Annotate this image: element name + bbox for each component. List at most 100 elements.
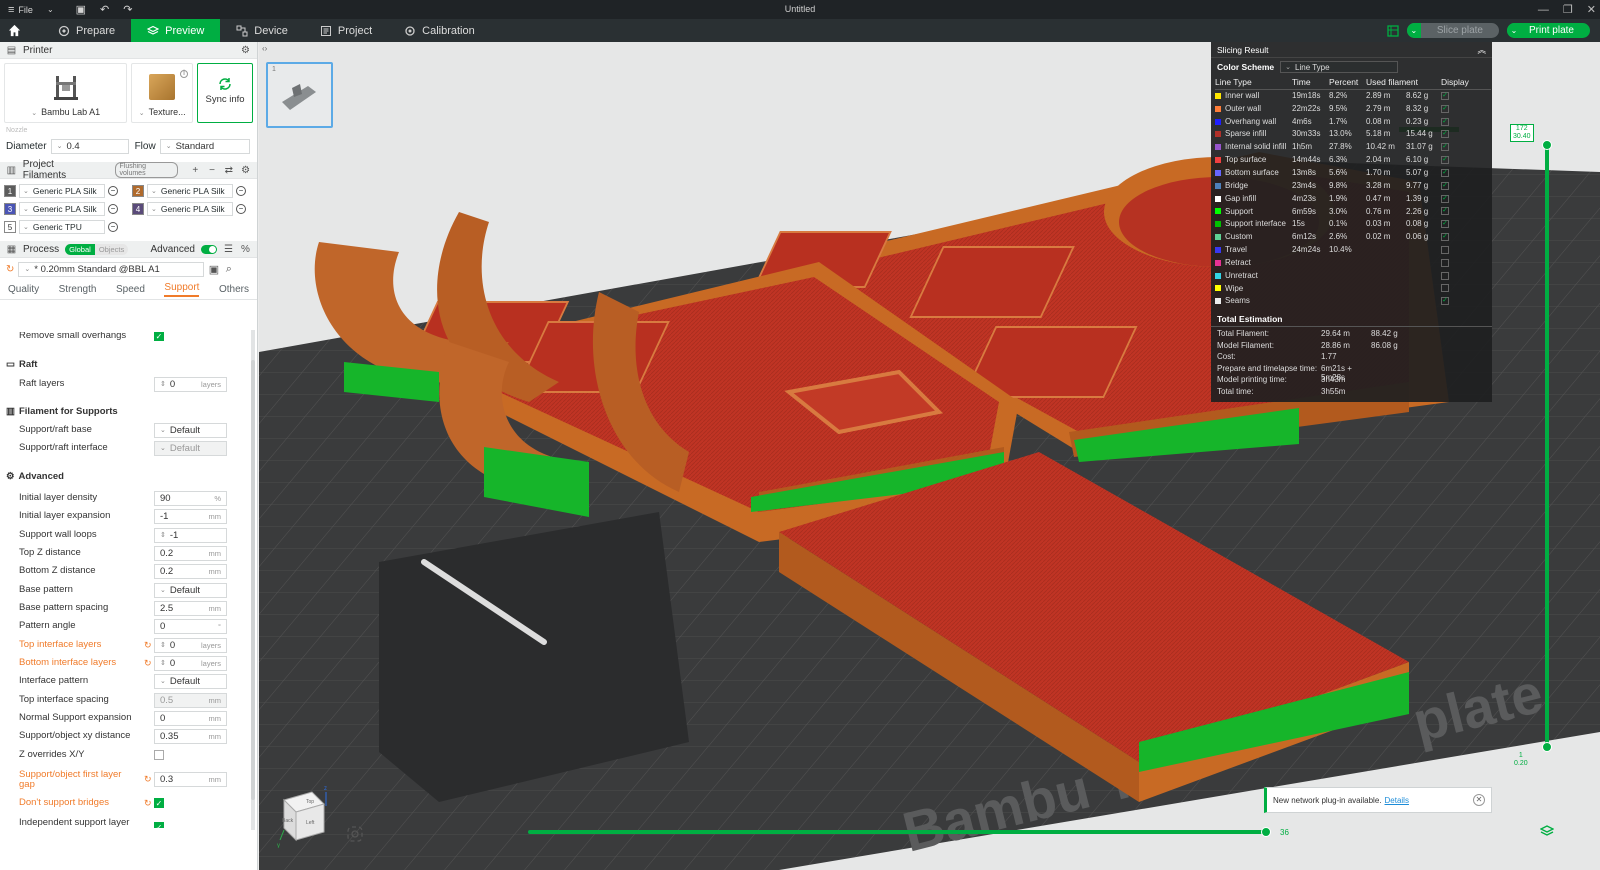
percent-icon[interactable]: %: [240, 244, 251, 255]
tab-strength[interactable]: Strength: [59, 284, 97, 295]
add-icon[interactable]: +: [190, 165, 201, 176]
home-button[interactable]: [2, 19, 26, 42]
minimize-icon[interactable]: —: [1538, 4, 1549, 16]
display-checkbox[interactable]: ✓: [1441, 297, 1449, 306]
details-link[interactable]: Details: [1385, 796, 1409, 805]
filament-slot-2[interactable]: 2 ⌄ Generic PLA Silk −: [132, 184, 257, 198]
sync-info-button[interactable]: Sync info: [197, 63, 254, 123]
display-checkbox[interactable]: ✓: [1441, 168, 1449, 177]
color-scheme-select[interactable]: ⌄ Line Type: [1280, 61, 1399, 73]
tab-prepare[interactable]: Prepare: [42, 19, 131, 42]
display-checkbox[interactable]: ✓: [1441, 220, 1449, 229]
printer-selector[interactable]: ⌄ Bambu Lab A1: [4, 63, 128, 123]
close-icon[interactable]: ✕: [1473, 794, 1485, 806]
undo-icon[interactable]: ↶: [100, 3, 109, 16]
display-checkbox[interactable]: ✓: [1441, 181, 1449, 190]
global-option[interactable]: Global: [65, 243, 95, 255]
top-layer-handle[interactable]: [1542, 140, 1552, 150]
filament-number[interactable]: 2: [132, 185, 144, 197]
save-icon[interactable]: ▣: [76, 3, 86, 16]
support-interface-select[interactable]: ⌄ Default: [154, 440, 227, 456]
bottom-z-input[interactable]: 0.2 mm: [154, 563, 227, 579]
wall-loops-input[interactable]: ⇕ -1: [154, 527, 227, 543]
chevron-down-icon[interactable]: ⌄: [1406, 23, 1421, 38]
display-checkbox[interactable]: ✓: [1441, 233, 1449, 242]
search-icon[interactable]: ⌕: [223, 263, 234, 275]
filament-number[interactable]: 3: [4, 203, 16, 215]
collapse-thumbnails-icon[interactable]: ‹›: [262, 44, 267, 53]
slice-plate-button[interactable]: ⌄ Slice plate: [1406, 23, 1499, 38]
tab-device[interactable]: Device: [220, 19, 304, 42]
diameter-select[interactable]: ⌄ 0.4: [50, 138, 129, 154]
objects-option[interactable]: Objects: [94, 243, 129, 255]
tab-others[interactable]: Others: [219, 284, 249, 295]
display-checkbox[interactable]: ✓: [1441, 104, 1449, 113]
display-checkbox[interactable]: [1441, 284, 1449, 293]
display-checkbox[interactable]: ✓: [1441, 207, 1449, 216]
gear-icon[interactable]: ⚙: [240, 165, 251, 176]
process-preset-select[interactable]: ⌄ * 0.20mm Standard @BBL A1: [18, 261, 205, 277]
reset-icon[interactable]: ↻: [144, 798, 152, 809]
plate-list-icon[interactable]: [1387, 24, 1399, 37]
filament-select[interactable]: ⌄ Generic PLA Silk: [147, 184, 233, 198]
gear-icon[interactable]: ⚙: [240, 45, 251, 56]
display-checkbox[interactable]: [1441, 258, 1449, 267]
display-checkbox[interactable]: ✓: [1441, 143, 1449, 152]
filament-slot-4[interactable]: 4 ⌄ Generic PLA Silk −: [132, 202, 257, 216]
file-menu[interactable]: ≡ File ⌄: [0, 0, 62, 19]
filament-slot-3[interactable]: 3 ⌄ Generic PLA Silk −: [4, 202, 132, 216]
reset-icon[interactable]: ↻: [144, 658, 152, 669]
layers-icon[interactable]: [1540, 824, 1554, 838]
advanced-toggle[interactable]: [201, 244, 217, 254]
move-slider-handle[interactable]: [1261, 827, 1271, 837]
flushing-volumes-button[interactable]: Flushing volumes: [114, 162, 178, 178]
display-checkbox[interactable]: ✓: [1441, 130, 1449, 139]
reset-icon[interactable]: ↻: [6, 264, 14, 275]
cube-left-face[interactable]: Left: [306, 820, 315, 826]
filament-select[interactable]: ⌄ Generic PLA Silk: [19, 202, 105, 216]
filament-select[interactable]: ⌄ Generic PLA Silk: [147, 202, 233, 216]
filament-select[interactable]: ⌄ Generic TPU: [19, 220, 105, 234]
view-cube[interactable]: Back Left Top z y: [272, 784, 336, 848]
filament-slot-1[interactable]: 1 ⌄ Generic PLA Silk −: [4, 184, 132, 198]
normal-expansion-input[interactable]: 0 mm: [154, 710, 227, 726]
tab-support[interactable]: Support: [164, 282, 200, 297]
bottom-interface-input[interactable]: ⇕ 0 layers: [154, 655, 227, 671]
initial-expansion-input[interactable]: -1 mm: [154, 508, 227, 524]
tab-calibration[interactable]: Calibration: [388, 19, 491, 42]
display-checkbox[interactable]: [1441, 271, 1449, 280]
remove-filament-icon[interactable]: −: [108, 186, 118, 196]
independent-height-checkbox[interactable]: ✓: [154, 822, 164, 828]
raft-layers-spin[interactable]: ⇕ 0 layers: [154, 376, 227, 392]
xy-distance-input[interactable]: 0.35 mm: [154, 728, 227, 744]
tab-quality[interactable]: Quality: [8, 284, 39, 295]
display-checkbox[interactable]: ✓: [1441, 92, 1449, 101]
list-icon[interactable]: ☰: [223, 244, 234, 255]
initial-density-input[interactable]: 90%: [154, 490, 227, 506]
z-overrides-checkbox[interactable]: [154, 750, 164, 760]
remove-small-overhangs-checkbox[interactable]: ✓: [154, 332, 164, 341]
remove-filament-icon[interactable]: −: [236, 204, 246, 214]
plate-type-selector[interactable]: i ⌄ Texture...: [131, 63, 194, 123]
tab-preview[interactable]: Preview: [131, 19, 221, 42]
remove-filament-icon[interactable]: −: [236, 186, 246, 196]
top-interface-spacing-input[interactable]: 0.5 mm: [154, 692, 227, 708]
interface-pattern-input[interactable]: ⌄ Default: [154, 673, 227, 689]
reset-icon[interactable]: ↻: [144, 774, 152, 785]
base-pattern-input[interactable]: ⌄ Default: [154, 582, 227, 598]
display-checkbox[interactable]: ✓: [1441, 117, 1449, 126]
sync-filament-icon[interactable]: ⇄: [223, 165, 234, 176]
tab-speed[interactable]: Speed: [116, 284, 145, 295]
tab-project[interactable]: Project: [304, 19, 388, 42]
global-objects-toggle[interactable]: Global Objects: [65, 243, 129, 255]
chevron-down-icon[interactable]: ⌄: [1506, 23, 1521, 38]
move-slider[interactable]: [528, 827, 1271, 837]
top-interface-input[interactable]: ⇕ 0 layers: [154, 637, 227, 653]
pattern-angle-input[interactable]: 0 °: [154, 618, 227, 634]
dont-support-bridges-checkbox[interactable]: ✓: [154, 798, 164, 808]
redo-icon[interactable]: ↷: [123, 3, 132, 16]
close-icon[interactable]: ✕: [1587, 3, 1596, 16]
filament-number[interactable]: 5: [4, 221, 16, 233]
display-checkbox[interactable]: ✓: [1441, 156, 1449, 165]
recenter-view-icon[interactable]: [346, 825, 364, 843]
